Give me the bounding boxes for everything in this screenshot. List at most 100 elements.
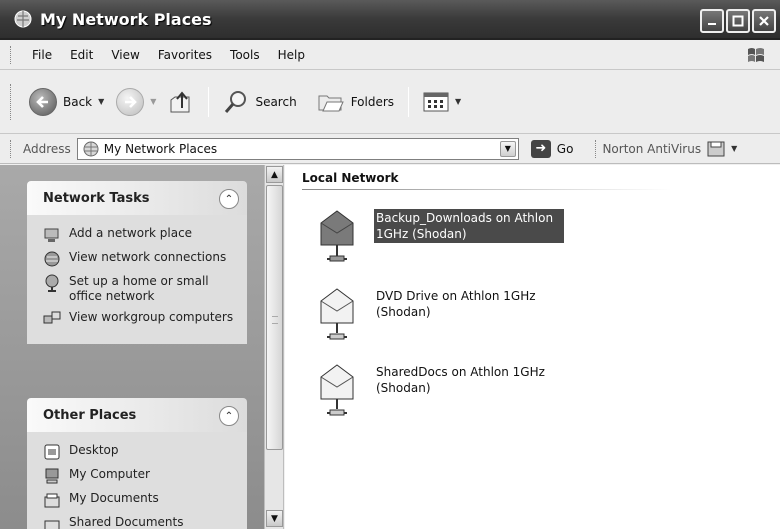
task-pane: Network Tasks ⌃ Add a network place View… — [0, 165, 264, 529]
task-label: Add a network place — [69, 226, 193, 240]
up-folder-icon — [170, 90, 190, 112]
content-area: Local Network Backup_Downloads on Athlon… — [285, 165, 780, 529]
add-network-place-icon — [44, 228, 59, 242]
place-label: Shared Documents — [69, 515, 184, 529]
menu-edit[interactable]: Edit — [61, 48, 102, 62]
toolbar-separator — [208, 86, 210, 117]
go-button[interactable]: ➜ Go — [530, 139, 574, 158]
go-label: Go — [556, 141, 574, 156]
collapse-chevron-icon[interactable]: ⌃ — [219, 189, 239, 209]
network-share-folder-icon — [320, 210, 354, 262]
task-label: View workgroup computers — [69, 310, 234, 324]
other-places-title: Other Places — [43, 407, 137, 423]
share-label: DVD Drive on Athlon 1GHz (Shodan) — [376, 289, 536, 319]
back-arrow-icon — [29, 87, 57, 116]
other-places-panel: Other Places ⌃ Desktop My Computer My Do… — [27, 398, 247, 529]
norton-grip[interactable] — [595, 139, 598, 158]
collapse-chevron-icon[interactable]: ⌃ — [219, 406, 239, 426]
maximize-icon — [732, 15, 744, 27]
place-label: My Documents — [69, 491, 159, 505]
minimize-button[interactable] — [700, 9, 724, 33]
up-folder-button[interactable] — [162, 84, 200, 120]
forward-button[interactable]: ▼ — [110, 84, 162, 120]
norton-disk-icon — [707, 141, 725, 156]
folders-icon — [318, 95, 344, 111]
title-bar[interactable]: My Network Places — [0, 0, 780, 40]
views-button[interactable]: ▼ — [417, 87, 467, 117]
network-share-folder-icon — [320, 288, 354, 340]
task-pane-scrollbar[interactable]: ▲ ▼ — [264, 165, 284, 529]
share-item-shareddocs[interactable]: SharedDocs on Athlon 1GHz (Shodan) — [315, 363, 564, 421]
close-icon — [759, 16, 769, 26]
address-label: Address — [23, 141, 71, 156]
close-button[interactable] — [752, 9, 776, 33]
address-bar: Address My Network Places ▼ ➜ Go Norton … — [0, 134, 780, 164]
my-documents-icon — [44, 493, 60, 508]
back-label: Back — [63, 94, 93, 109]
task-view-network-connections[interactable]: View network connections — [43, 250, 237, 268]
menu-favorites[interactable]: Favorites — [149, 48, 221, 62]
menu-view[interactable]: View — [102, 48, 148, 62]
views-icon — [423, 92, 449, 111]
back-button[interactable]: Back ▼ — [23, 84, 110, 120]
place-my-computer[interactable]: My Computer — [43, 467, 237, 485]
share-label: SharedDocs on Athlon 1GHz (Shodan) — [376, 365, 545, 395]
other-places-body: Desktop My Computer My Documents Shared … — [27, 432, 247, 529]
forward-dropdown-icon[interactable]: ▼ — [150, 97, 156, 106]
folders-button[interactable]: Folders — [311, 86, 400, 118]
share-item-dvd-drive[interactable]: DVD Drive on Athlon 1GHz (Shodan) — [315, 287, 564, 345]
address-field[interactable]: My Network Places ▼ — [76, 137, 519, 160]
toolbar-grip[interactable] — [10, 83, 13, 120]
menu-tools[interactable]: Tools — [221, 48, 269, 62]
other-places-header[interactable]: Other Places ⌃ — [27, 398, 247, 432]
task-add-network-place[interactable]: Add a network place — [43, 226, 237, 244]
place-my-documents[interactable]: My Documents — [43, 491, 237, 509]
go-arrow-icon: ➜ — [530, 139, 551, 158]
minimize-icon — [708, 23, 716, 25]
menu-file[interactable]: File — [23, 48, 61, 62]
norton-dropdown-icon[interactable]: ▼ — [731, 144, 737, 153]
address-grip[interactable] — [10, 139, 13, 158]
network-places-icon-small — [83, 141, 99, 156]
back-dropdown-icon[interactable]: ▼ — [98, 97, 104, 106]
menu-grip[interactable] — [10, 45, 13, 64]
norton-label: Norton AntiVirus — [602, 141, 702, 156]
place-label: Desktop — [69, 443, 119, 457]
task-setup-home-network[interactable]: Set up a home or small office network — [43, 274, 237, 304]
network-tasks-panel: Network Tasks ⌃ Add a network place View… — [27, 181, 247, 344]
task-label: Set up a home or small office network — [69, 274, 209, 303]
search-button[interactable]: Search — [217, 85, 302, 119]
windows-logo-icon — [748, 48, 764, 62]
place-label: My Computer — [69, 467, 150, 481]
network-tasks-title: Network Tasks — [43, 190, 150, 206]
network-tasks-header[interactable]: Network Tasks ⌃ — [27, 181, 247, 215]
network-places-icon — [14, 10, 32, 28]
home-network-setup-icon — [45, 274, 59, 292]
toolbar: Back ▼ ▼ Search Folders ▼ — [0, 70, 780, 134]
maximize-button[interactable] — [726, 9, 750, 33]
place-desktop[interactable]: Desktop — [43, 443, 237, 461]
forward-arrow-icon — [116, 87, 145, 116]
place-shared-documents[interactable]: Shared Documents — [43, 515, 237, 529]
scroll-down-icon[interactable]: ▼ — [266, 510, 283, 527]
toolbar-separator-2 — [408, 86, 410, 117]
workgroup-computers-icon — [43, 311, 61, 324]
task-view-workgroup-computers[interactable]: View workgroup computers — [43, 310, 237, 328]
window-title: My Network Places — [40, 9, 212, 29]
search-icon — [225, 90, 247, 113]
scroll-up-icon[interactable]: ▲ — [266, 166, 283, 183]
shared-documents-icon — [44, 520, 60, 529]
network-connections-icon — [44, 251, 60, 267]
network-share-folder-icon — [320, 364, 354, 416]
views-dropdown-icon[interactable]: ▼ — [455, 97, 461, 106]
network-tasks-body: Add a network place View network connect… — [27, 215, 247, 344]
menu-help[interactable]: Help — [269, 48, 314, 62]
share-item-backup-downloads[interactable]: Backup_Downloads on Athlon 1GHz (Shodan) — [315, 209, 564, 267]
search-label: Search — [255, 94, 297, 109]
scroll-thumb[interactable] — [266, 185, 283, 450]
menu-bar: File Edit View Favorites Tools Help — [0, 40, 780, 70]
desktop-icon — [44, 444, 60, 460]
local-network-group-title: Local Network — [302, 171, 399, 185]
norton-antivirus-toolbar[interactable]: Norton AntiVirus ▼ — [602, 141, 737, 157]
address-dropdown-icon[interactable]: ▼ — [499, 140, 516, 157]
